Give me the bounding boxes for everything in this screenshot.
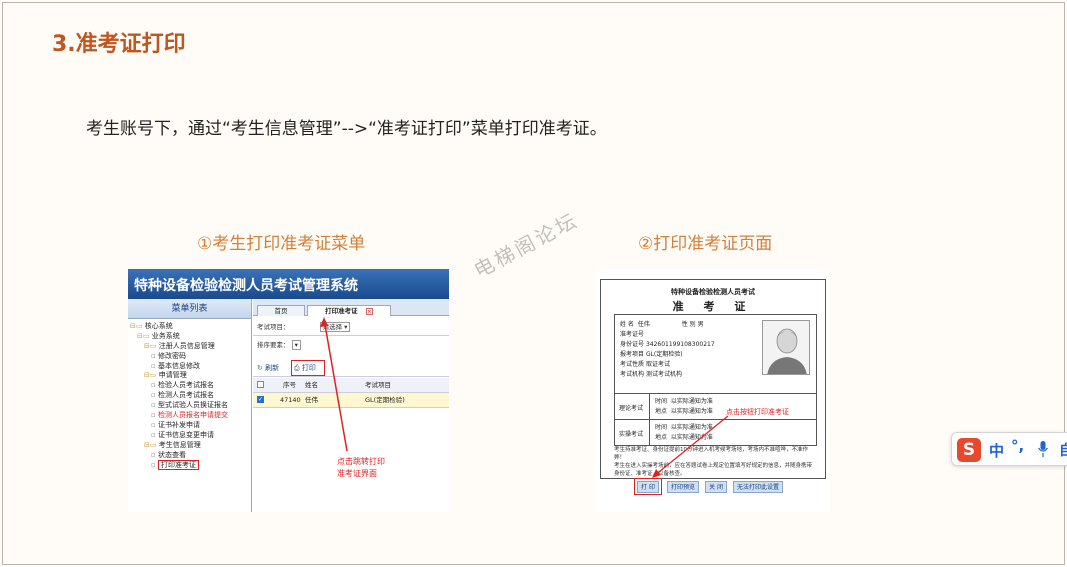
screenshot-ticket: 特种设备检验检测人员考试 准 考 证 姓 名 任伟性 别 男 准考证号 身份证号… xyxy=(596,269,830,512)
microphone-icon[interactable] xyxy=(1038,441,1048,457)
sogou-logo-icon[interactable]: S xyxy=(957,438,981,462)
annotation-note: 点击按钮打印准考证 xyxy=(726,408,789,416)
ime-mode-toggle[interactable]: 中 xyxy=(989,440,1004,461)
section-title: 3.准考证打印 xyxy=(52,32,186,57)
caption-left: ①考生打印准考证菜单 xyxy=(197,234,366,254)
caption-right: ②打印准考证页面 xyxy=(638,234,773,254)
arrow-annotation xyxy=(320,317,348,452)
ime-punct-toggle[interactable]: °, xyxy=(1011,437,1024,455)
screenshot-menu: 特种设备检验检测人员考试管理系统 菜单列表 ⊟▭ 核心系统 ⊟▭ 业务系统 ⊟▭ 注… xyxy=(128,269,449,512)
ime-toolbar[interactable]: S 中 °, 自 xyxy=(951,432,1067,466)
intro-text: 考生账号下，通过“考生信息管理”-->“准考证打印”菜单打印准考证。 xyxy=(86,119,607,139)
annotation-note: 点击跳转打印 准考证界面 xyxy=(337,457,385,478)
arrow-annotation xyxy=(652,415,729,478)
ime-more-button[interactable]: 自 xyxy=(1059,440,1067,460)
